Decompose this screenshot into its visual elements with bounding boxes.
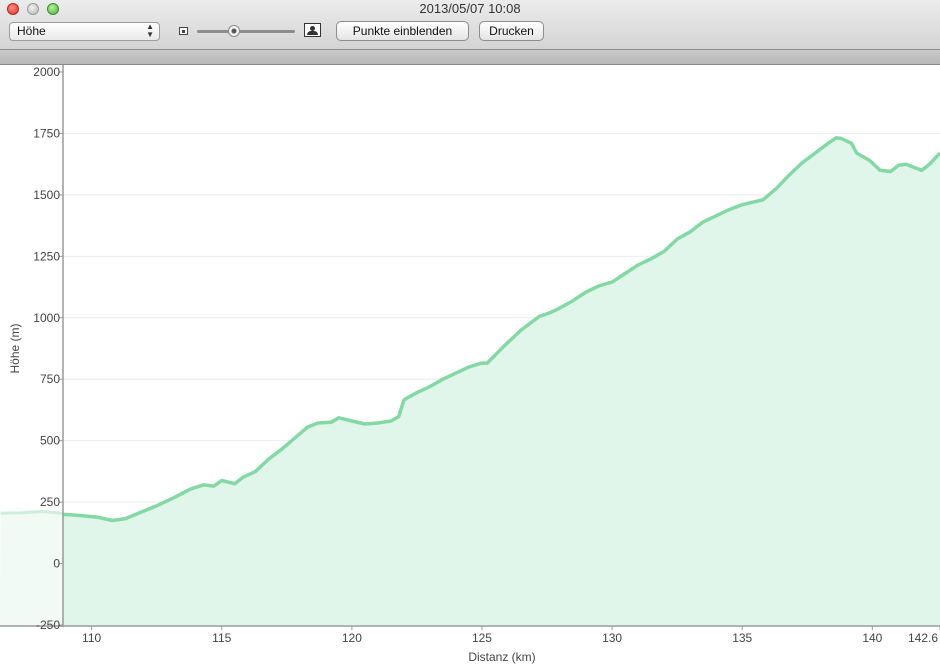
y-tick-label-2: 250	[40, 495, 60, 509]
select-arrows-icon: ▲ ▼	[146, 22, 154, 39]
zoom-slider-knob[interactable]	[228, 25, 241, 37]
show-points-button[interactable]: Punkte einblenden	[336, 21, 469, 41]
elevation-chart: -250025050075010001250150017502000 110 11…	[0, 65, 940, 664]
elevation-area-fill	[63, 137, 940, 625]
x-tick-label-3: 125	[472, 631, 492, 645]
y-tick-label-9: 2000	[33, 65, 60, 79]
window-title: 2013/05/07 10:08	[419, 1, 521, 16]
y-tick-label-1: 0	[53, 557, 60, 571]
y-tick-label-3: 500	[40, 434, 60, 448]
metric-select-value: Höhe	[17, 24, 46, 38]
print-button[interactable]: Drucken	[479, 21, 544, 41]
x-tick-label-5: 135	[732, 631, 752, 645]
chart-area-series	[62, 136, 940, 625]
x-tick-label-7: 142.6	[908, 631, 938, 645]
x-tick-label-0: 110	[82, 631, 101, 645]
y-tick-label-5: 1000	[33, 311, 60, 325]
x-axis-ticks: 110 115 120 125 130 135 140 142.6	[82, 626, 940, 645]
y-tick-label-8: 1750	[33, 126, 60, 140]
title-bar: 2013/05/07 10:08 Höhe ▲ ▼ Punkte einblen…	[0, 0, 940, 50]
y-axis-title: Höhe (m)	[8, 323, 22, 373]
x-tick-label-6: 140	[862, 631, 882, 645]
zoom-out-photo-icon	[179, 27, 188, 35]
y-tick-label-7: 1500	[33, 188, 60, 202]
zoom-in-person-icon	[304, 23, 321, 37]
x-tick-label-2: 120	[342, 631, 362, 645]
metric-select[interactable]: Höhe ▲ ▼	[9, 22, 160, 41]
y-tick-label-6: 1250	[33, 249, 60, 263]
x-axis-title: Distanz (km)	[468, 650, 535, 664]
y-tick-label-4: 750	[40, 372, 60, 386]
x-tick-label-1: 115	[212, 631, 231, 645]
x-tick-label-4: 130	[602, 631, 622, 645]
toolbar-separator	[0, 50, 940, 65]
app-window: 2013/05/07 10:08 Höhe ▲ ▼ Punkte einblen…	[0, 0, 940, 670]
y-tick-label-0: -250	[36, 618, 60, 632]
faded-area-line	[0, 509, 64, 515]
zoom-slider-track[interactable]	[197, 30, 295, 33]
